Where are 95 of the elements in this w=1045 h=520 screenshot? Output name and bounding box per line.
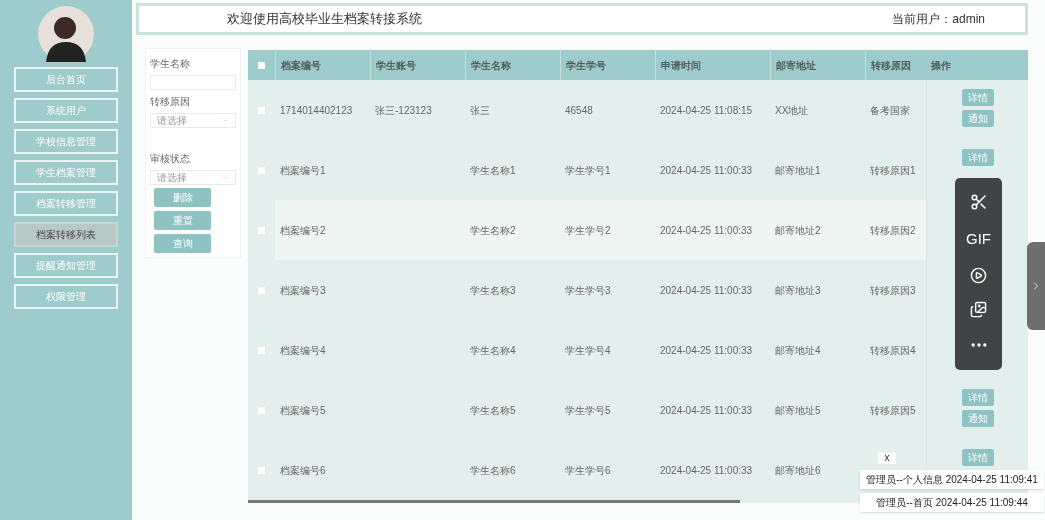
close-button[interactable]: x [878, 452, 896, 464]
filter-button[interactable]: 重置 [154, 211, 211, 230]
sidebar-item[interactable]: 提醒通知管理 [14, 253, 118, 278]
column-header: 转移原因 [865, 50, 926, 80]
table-cell: 档案编号4 [280, 344, 326, 356]
sidebar-item[interactable]: 档案转移列表 [14, 222, 118, 247]
sidebar-item[interactable]: 系统用户 [14, 98, 118, 123]
table-cell: 档案编号5 [280, 404, 326, 416]
table-cell: 2024-04-25 11:00:33 [660, 404, 753, 416]
table-cell: 张三-123123 [375, 104, 432, 116]
table-cell: 2024-04-25 11:08:15 [660, 104, 753, 116]
sidebar-item[interactable]: 权限管理 [14, 284, 118, 309]
filter-label: 学生名称 [150, 57, 191, 71]
table-cell: 邮寄地址3 [775, 284, 821, 296]
current-user: 当前用户：admin [892, 11, 985, 28]
table-cell: 46548 [565, 104, 593, 116]
row-checkbox[interactable] [258, 406, 265, 414]
table-cell: 学生名称2 [470, 224, 516, 236]
column-header: 学生学号 [560, 50, 655, 80]
table-cell: 学生学号2 [565, 224, 611, 236]
table-cell: 转移原因1 [870, 164, 916, 176]
table-cell: 学生学号3 [565, 284, 611, 296]
column-header: 申请时间 [655, 50, 770, 80]
row-checkbox[interactable] [258, 466, 265, 474]
filter-button[interactable]: 查询 [154, 234, 211, 253]
sidebar-item[interactable]: 学校信息管理 [14, 129, 118, 154]
header-checkbox[interactable] [258, 61, 265, 69]
row-checkbox[interactable] [258, 166, 265, 174]
detail-button[interactable]: 详情 [961, 149, 994, 166]
table-cell: 学生名称4 [470, 344, 516, 356]
table-cell: 学生名称3 [470, 284, 516, 296]
notify-button[interactable]: 通知 [961, 110, 994, 127]
scissors-icon[interactable] [969, 192, 988, 211]
sidebar-item[interactable]: 学生档案管理 [14, 160, 118, 185]
detail-button[interactable]: 详情 [961, 389, 994, 406]
table-cell: 学生名称5 [470, 404, 516, 416]
table-cell: 邮寄地址1 [775, 164, 821, 176]
filter-button[interactable]: 删除 [154, 188, 211, 207]
table-cell: 学生学号4 [565, 344, 611, 356]
table-cell: XX地址 [775, 104, 809, 116]
detail-button[interactable]: 详情 [961, 449, 994, 466]
column-header: 操作 [930, 58, 952, 73]
chevron-icon [222, 174, 229, 181]
column-header: 邮寄地址 [770, 50, 865, 80]
column-header: 档案编号 [275, 50, 370, 80]
row-checkbox[interactable] [258, 346, 265, 354]
table-cell: 档案编号6 [280, 464, 326, 476]
image-icon[interactable] [970, 301, 987, 319]
select-field[interactable]: 请选择 [150, 113, 236, 128]
table-cell: 张三 [470, 104, 490, 116]
horizontal-scrollbar[interactable] [248, 500, 740, 503]
name-input[interactable] [150, 75, 236, 90]
table-cell: 邮寄地址4 [775, 344, 821, 356]
table-cell: 2024-04-25 11:00:33 [660, 284, 753, 296]
filter-label: 转移原因 [150, 95, 191, 109]
row-checkbox[interactable] [258, 106, 265, 114]
table-cell: 备考国家 [870, 104, 910, 116]
detail-button[interactable]: 详情 [961, 89, 994, 106]
table-cell: 2024-04-25 11:00:33 [660, 464, 753, 476]
table-cell: 转移原因4 [870, 344, 916, 356]
table-cell: 档案编号2 [280, 224, 326, 236]
filter-label: 审核状态 [150, 152, 191, 166]
table-cell: 学生学号1 [565, 164, 611, 176]
notify-button[interactable]: 通知 [961, 410, 994, 427]
table-cell: 转移原因2 [870, 224, 916, 236]
gif-button[interactable]: GIF [966, 227, 991, 251]
table-cell: 1714014402123 [280, 104, 353, 116]
column-header: 学生名称 [465, 50, 560, 80]
header-title: 欢迎使用高校毕业生档案转接系统 [227, 10, 422, 29]
row-checkbox[interactable] [258, 226, 265, 234]
sidebar-item[interactable]: 后台首页 [14, 67, 118, 92]
column-header: 学生账号 [370, 50, 465, 80]
table-cell: 档案编号3 [280, 284, 326, 296]
notification-toast[interactable]: 管理员--个人信息 2024-04-25 11:09:41 [860, 470, 1044, 489]
table-cell: 学生名称1 [470, 164, 516, 176]
table-cell: 邮寄地址2 [775, 224, 821, 236]
side-expand-tab[interactable] [1027, 242, 1045, 330]
table-cell: 邮寄地址6 [775, 464, 821, 476]
table-cell: 学生名称6 [470, 464, 516, 476]
table-cell: 转移原因3 [870, 284, 916, 296]
table-cell: 2024-04-25 11:00:33 [660, 164, 753, 176]
table-cell: 2024-04-25 11:00:33 [660, 344, 753, 356]
notification-toast[interactable]: 管理员--首页 2024-04-25 11:09:44 [860, 493, 1044, 512]
table-cell: 学生学号5 [565, 404, 611, 416]
table-cell: 邮寄地址5 [775, 404, 821, 416]
table-cell: 2024-04-25 11:00:33 [660, 224, 753, 236]
chevron-icon [222, 117, 229, 124]
sidebar-item[interactable]: 档案转移管理 [14, 191, 118, 216]
table-cell: 档案编号1 [280, 164, 326, 176]
table-cell: 转移原因5 [870, 404, 916, 416]
table-cell: 学生学号6 [565, 464, 611, 476]
avatar [38, 6, 94, 62]
row-checkbox[interactable] [258, 286, 265, 294]
record-icon[interactable] [970, 267, 987, 285]
select-field[interactable]: 请选择 [150, 170, 236, 185]
